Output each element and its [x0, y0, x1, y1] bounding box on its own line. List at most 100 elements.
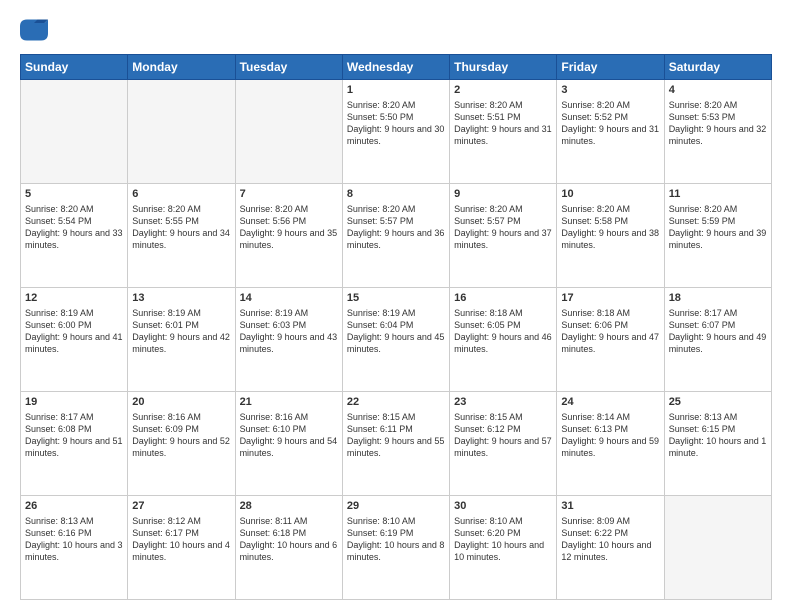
day-number: 15: [347, 291, 445, 306]
day-info: Sunrise: 8:15 AM Sunset: 6:11 PM Dayligh…: [347, 411, 445, 460]
calendar-cell: 24Sunrise: 8:14 AM Sunset: 6:13 PM Dayli…: [557, 392, 664, 496]
logo-icon: [20, 16, 48, 44]
day-number: 25: [669, 395, 767, 410]
calendar-cell: 21Sunrise: 8:16 AM Sunset: 6:10 PM Dayli…: [235, 392, 342, 496]
calendar-cell: 13Sunrise: 8:19 AM Sunset: 6:01 PM Dayli…: [128, 288, 235, 392]
calendar-cell: 3Sunrise: 8:20 AM Sunset: 5:52 PM Daylig…: [557, 80, 664, 184]
calendar-cell: [235, 80, 342, 184]
day-number: 13: [132, 291, 230, 306]
calendar-cell: 18Sunrise: 8:17 AM Sunset: 6:07 PM Dayli…: [664, 288, 771, 392]
day-info: Sunrise: 8:10 AM Sunset: 6:20 PM Dayligh…: [454, 515, 552, 564]
day-number: 5: [25, 187, 123, 202]
day-info: Sunrise: 8:10 AM Sunset: 6:19 PM Dayligh…: [347, 515, 445, 564]
day-info: Sunrise: 8:20 AM Sunset: 5:50 PM Dayligh…: [347, 99, 445, 148]
day-info: Sunrise: 8:20 AM Sunset: 5:54 PM Dayligh…: [25, 203, 123, 252]
calendar-week-4: 26Sunrise: 8:13 AM Sunset: 6:16 PM Dayli…: [21, 496, 772, 600]
calendar-cell: 11Sunrise: 8:20 AM Sunset: 5:59 PM Dayli…: [664, 184, 771, 288]
day-info: Sunrise: 8:17 AM Sunset: 6:08 PM Dayligh…: [25, 411, 123, 460]
day-info: Sunrise: 8:20 AM Sunset: 5:55 PM Dayligh…: [132, 203, 230, 252]
calendar-cell: 4Sunrise: 8:20 AM Sunset: 5:53 PM Daylig…: [664, 80, 771, 184]
weekday-header-thursday: Thursday: [450, 55, 557, 80]
day-info: Sunrise: 8:20 AM Sunset: 5:57 PM Dayligh…: [454, 203, 552, 252]
calendar-cell: 25Sunrise: 8:13 AM Sunset: 6:15 PM Dayli…: [664, 392, 771, 496]
calendar-cell: 15Sunrise: 8:19 AM Sunset: 6:04 PM Dayli…: [342, 288, 449, 392]
calendar-week-3: 19Sunrise: 8:17 AM Sunset: 6:08 PM Dayli…: [21, 392, 772, 496]
day-number: 2: [454, 83, 552, 98]
calendar-cell: 28Sunrise: 8:11 AM Sunset: 6:18 PM Dayli…: [235, 496, 342, 600]
calendar-cell: 1Sunrise: 8:20 AM Sunset: 5:50 PM Daylig…: [342, 80, 449, 184]
logo: [20, 16, 52, 44]
day-number: 21: [240, 395, 338, 410]
calendar-cell: 31Sunrise: 8:09 AM Sunset: 6:22 PM Dayli…: [557, 496, 664, 600]
calendar-cell: 9Sunrise: 8:20 AM Sunset: 5:57 PM Daylig…: [450, 184, 557, 288]
day-number: 19: [25, 395, 123, 410]
header: [20, 16, 772, 44]
day-number: 30: [454, 499, 552, 514]
day-number: 31: [561, 499, 659, 514]
day-info: Sunrise: 8:17 AM Sunset: 6:07 PM Dayligh…: [669, 307, 767, 356]
weekday-header-saturday: Saturday: [664, 55, 771, 80]
day-info: Sunrise: 8:20 AM Sunset: 5:59 PM Dayligh…: [669, 203, 767, 252]
day-info: Sunrise: 8:13 AM Sunset: 6:15 PM Dayligh…: [669, 411, 767, 460]
day-number: 20: [132, 395, 230, 410]
day-info: Sunrise: 8:18 AM Sunset: 6:06 PM Dayligh…: [561, 307, 659, 356]
day-info: Sunrise: 8:20 AM Sunset: 5:58 PM Dayligh…: [561, 203, 659, 252]
day-info: Sunrise: 8:16 AM Sunset: 6:09 PM Dayligh…: [132, 411, 230, 460]
calendar-cell: 16Sunrise: 8:18 AM Sunset: 6:05 PM Dayli…: [450, 288, 557, 392]
weekday-header-friday: Friday: [557, 55, 664, 80]
calendar-week-2: 12Sunrise: 8:19 AM Sunset: 6:00 PM Dayli…: [21, 288, 772, 392]
calendar-cell: 29Sunrise: 8:10 AM Sunset: 6:19 PM Dayli…: [342, 496, 449, 600]
calendar-cell: 2Sunrise: 8:20 AM Sunset: 5:51 PM Daylig…: [450, 80, 557, 184]
calendar-cell: 30Sunrise: 8:10 AM Sunset: 6:20 PM Dayli…: [450, 496, 557, 600]
day-number: 23: [454, 395, 552, 410]
day-number: 9: [454, 187, 552, 202]
calendar-week-1: 5Sunrise: 8:20 AM Sunset: 5:54 PM Daylig…: [21, 184, 772, 288]
calendar-cell: [21, 80, 128, 184]
day-info: Sunrise: 8:19 AM Sunset: 6:00 PM Dayligh…: [25, 307, 123, 356]
calendar-cell: 6Sunrise: 8:20 AM Sunset: 5:55 PM Daylig…: [128, 184, 235, 288]
calendar-cell: 26Sunrise: 8:13 AM Sunset: 6:16 PM Dayli…: [21, 496, 128, 600]
day-info: Sunrise: 8:14 AM Sunset: 6:13 PM Dayligh…: [561, 411, 659, 460]
day-number: 18: [669, 291, 767, 306]
day-info: Sunrise: 8:19 AM Sunset: 6:04 PM Dayligh…: [347, 307, 445, 356]
calendar-table: SundayMondayTuesdayWednesdayThursdayFrid…: [20, 54, 772, 600]
day-info: Sunrise: 8:20 AM Sunset: 5:56 PM Dayligh…: [240, 203, 338, 252]
day-number: 7: [240, 187, 338, 202]
day-number: 27: [132, 499, 230, 514]
day-info: Sunrise: 8:20 AM Sunset: 5:57 PM Dayligh…: [347, 203, 445, 252]
day-number: 3: [561, 83, 659, 98]
day-info: Sunrise: 8:09 AM Sunset: 6:22 PM Dayligh…: [561, 515, 659, 564]
calendar-cell: 19Sunrise: 8:17 AM Sunset: 6:08 PM Dayli…: [21, 392, 128, 496]
calendar-cell: 14Sunrise: 8:19 AM Sunset: 6:03 PM Dayli…: [235, 288, 342, 392]
day-info: Sunrise: 8:13 AM Sunset: 6:16 PM Dayligh…: [25, 515, 123, 564]
day-number: 1: [347, 83, 445, 98]
day-number: 11: [669, 187, 767, 202]
day-number: 22: [347, 395, 445, 410]
day-info: Sunrise: 8:20 AM Sunset: 5:51 PM Dayligh…: [454, 99, 552, 148]
weekday-header-sunday: Sunday: [21, 55, 128, 80]
day-number: 17: [561, 291, 659, 306]
day-number: 12: [25, 291, 123, 306]
calendar-cell: 23Sunrise: 8:15 AM Sunset: 6:12 PM Dayli…: [450, 392, 557, 496]
day-info: Sunrise: 8:20 AM Sunset: 5:53 PM Dayligh…: [669, 99, 767, 148]
weekday-header-monday: Monday: [128, 55, 235, 80]
day-number: 29: [347, 499, 445, 514]
day-info: Sunrise: 8:20 AM Sunset: 5:52 PM Dayligh…: [561, 99, 659, 148]
day-number: 10: [561, 187, 659, 202]
day-number: 6: [132, 187, 230, 202]
day-number: 14: [240, 291, 338, 306]
day-info: Sunrise: 8:19 AM Sunset: 6:03 PM Dayligh…: [240, 307, 338, 356]
day-info: Sunrise: 8:18 AM Sunset: 6:05 PM Dayligh…: [454, 307, 552, 356]
calendar-cell: 5Sunrise: 8:20 AM Sunset: 5:54 PM Daylig…: [21, 184, 128, 288]
weekday-header-wednesday: Wednesday: [342, 55, 449, 80]
calendar-header-row: SundayMondayTuesdayWednesdayThursdayFrid…: [21, 55, 772, 80]
calendar-cell: 10Sunrise: 8:20 AM Sunset: 5:58 PM Dayli…: [557, 184, 664, 288]
day-number: 16: [454, 291, 552, 306]
calendar-cell: 7Sunrise: 8:20 AM Sunset: 5:56 PM Daylig…: [235, 184, 342, 288]
calendar-week-0: 1Sunrise: 8:20 AM Sunset: 5:50 PM Daylig…: [21, 80, 772, 184]
day-number: 24: [561, 395, 659, 410]
page: SundayMondayTuesdayWednesdayThursdayFrid…: [0, 0, 792, 612]
day-info: Sunrise: 8:11 AM Sunset: 6:18 PM Dayligh…: [240, 515, 338, 564]
day-info: Sunrise: 8:15 AM Sunset: 6:12 PM Dayligh…: [454, 411, 552, 460]
calendar-cell: 17Sunrise: 8:18 AM Sunset: 6:06 PM Dayli…: [557, 288, 664, 392]
